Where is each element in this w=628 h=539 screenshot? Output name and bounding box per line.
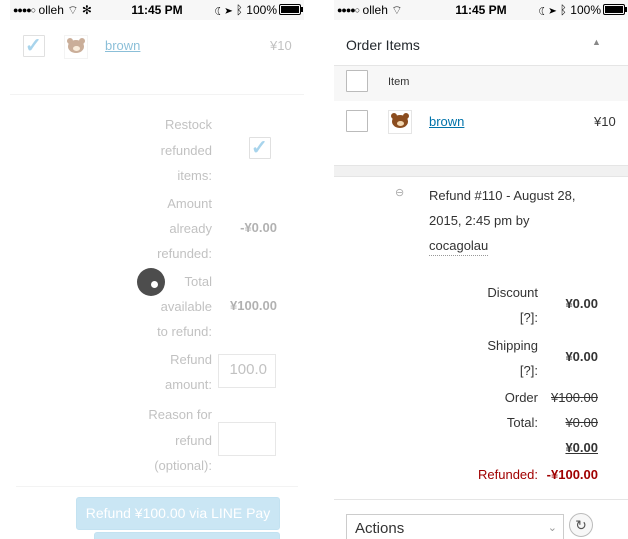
- left-phone-screen: ●●●●○ olleh ⌔ ✻ 11:45 PM ☾ ➤ ᛒ 100% ✓ br…: [10, 0, 304, 539]
- checkmark-icon: ✓: [25, 35, 42, 57]
- location-icon: ➤: [549, 3, 557, 17]
- order-total-label: Order Total:: [454, 385, 538, 435]
- refunded-value: -¥100.00: [546, 467, 598, 482]
- battery-icon: [279, 4, 303, 15]
- order-total-old: ¥100.00: [551, 390, 598, 405]
- refund-note-line2: 2015, 2:45 pm by: [429, 213, 530, 228]
- checkmark-icon: ✓: [251, 137, 268, 159]
- refund-note-line1: Refund #110 - August 28,: [429, 188, 576, 203]
- column-item: Item: [388, 76, 410, 88]
- restock-checkbox[interactable]: ✓: [249, 137, 271, 159]
- moon-icon: ☾: [214, 3, 222, 17]
- order-total-label-2: Total:: [506, 415, 538, 430]
- chevron-down-icon: ⌄: [547, 522, 557, 534]
- refund-manually-button[interactable]: [94, 532, 280, 539]
- bear-thumbnail: [64, 35, 88, 59]
- refund-amount-input[interactable]: 100.0: [218, 354, 276, 388]
- refund-panel: ✓ brown ¥10 Restock refunded items: ✓ Am…: [10, 20, 304, 539]
- right-phone-screen: ●●●●○ olleh ⌔ 11:45 PM ☾ ➤ ᛒ 100% Order …: [334, 0, 628, 539]
- discount-help[interactable]: [?]:: [454, 305, 538, 330]
- refund-note: Refund #110 - August 28, 2015, 2:45 pm b…: [429, 183, 575, 258]
- bluetooth-icon: ᛒ: [235, 3, 243, 17]
- total-available-value: ¥100.00: [230, 298, 277, 313]
- item-link[interactable]: brown: [429, 114, 464, 129]
- shipping-help[interactable]: [?]:: [454, 358, 538, 383]
- bear-thumbnail: [388, 110, 412, 134]
- item-price: ¥10: [594, 114, 616, 129]
- location-icon: ➤: [225, 3, 233, 17]
- refund-note-user: cocagolau: [429, 237, 489, 256]
- item-link[interactable]: brown: [105, 38, 140, 53]
- discount-value: ¥0.00: [565, 296, 598, 311]
- restock-label: Restock refunded items:: [160, 117, 212, 183]
- table-row: brown ¥10: [334, 101, 628, 166]
- status-right: ☾ ➤ ᛒ 100%: [538, 3, 627, 17]
- already-refunded-label: Amount already refunded:: [157, 196, 212, 261]
- actions-select-value: Actions: [355, 520, 405, 537]
- status-bar: ●●●●○ olleh ⌔ ✻ 11:45 PM ☾ ➤ ᛒ 100%: [10, 0, 304, 20]
- collapse-arrow-icon[interactable]: ▲: [592, 37, 601, 47]
- order-total-new: ¥0.00: [565, 440, 598, 455]
- reason-label: Reason for refund (optional):: [148, 407, 212, 473]
- item-checkbox[interactable]: ✓: [23, 35, 45, 57]
- table-header: Item: [334, 66, 628, 101]
- refunded-label: Refunded:: [478, 467, 538, 482]
- shipping-label-text: Shipping: [487, 338, 538, 353]
- order-totals: Discount [?]: ¥0.00 Shipping [?]: ¥0.00 …: [334, 263, 628, 500]
- order-total-label-1: Order: [504, 390, 538, 405]
- discount-label-text: Discount: [487, 285, 538, 300]
- discount-label: Discount [?]:: [454, 280, 538, 330]
- shipping-value: ¥0.00: [565, 349, 598, 364]
- shipping-label: Shipping [?]:: [454, 333, 538, 383]
- refund-amount-label: Refund amount:: [165, 352, 212, 392]
- refund-note-row: ⊖ Refund #110 - August 28, 2015, 2:45 pm…: [334, 176, 628, 264]
- already-refunded-value: -¥0.00: [240, 220, 277, 235]
- actions-bar: Actions ⌄ ↻: [334, 500, 628, 539]
- reason-input[interactable]: [218, 422, 276, 456]
- status-bar: ●●●●○ olleh ⌔ 11:45 PM ☾ ➤ ᛒ 100%: [334, 0, 628, 20]
- order-total-values: ¥100.00 ¥0.00 ¥0.00: [534, 385, 598, 460]
- refund-via-linepay-button[interactable]: Refund ¥100.00 via LINE Pay: [76, 497, 280, 530]
- divider: [10, 94, 304, 95]
- order-items-header: Order Items ▲: [334, 20, 628, 66]
- battery-percent: 100%: [246, 3, 277, 17]
- refund-icon: ⊖: [395, 187, 405, 199]
- status-right: ☾ ➤ ᛒ 100%: [214, 3, 303, 17]
- actions-select[interactable]: Actions ⌄: [346, 514, 564, 539]
- divider: [16, 486, 298, 487]
- touch-indicator: [137, 268, 165, 296]
- refresh-icon[interactable]: ↻: [569, 513, 593, 537]
- order-total-mid: ¥0.00: [565, 415, 598, 430]
- select-all-checkbox[interactable]: [346, 70, 368, 92]
- item-checkbox[interactable]: [346, 110, 368, 132]
- battery-icon: [603, 4, 627, 15]
- bluetooth-icon: ᛒ: [559, 3, 567, 17]
- moon-icon: ☾: [538, 3, 546, 17]
- panel-title: Order Items: [346, 37, 420, 53]
- battery-percent: 100%: [570, 3, 601, 17]
- item-price: ¥10: [270, 38, 292, 53]
